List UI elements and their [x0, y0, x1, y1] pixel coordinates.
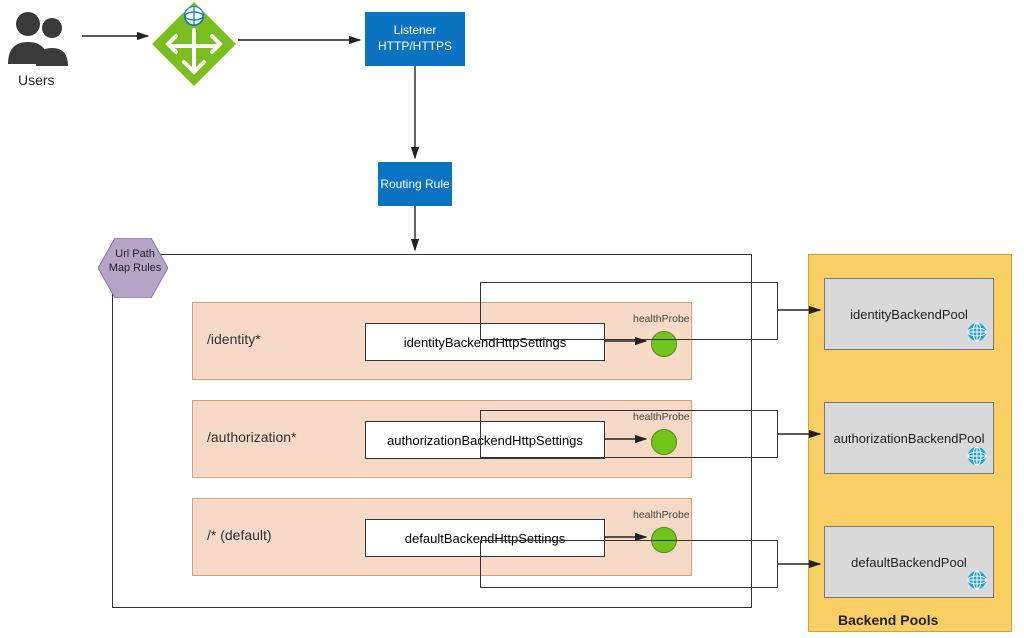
gateway-icon: [150, 0, 238, 88]
probe-label-default: healthProbe: [633, 509, 690, 521]
routing-rule-label: Routing Rule: [380, 177, 449, 191]
globe-icon: [967, 446, 987, 469]
connector-box-2: [480, 410, 778, 458]
globe-icon: [967, 570, 987, 593]
url-path-map-label: Url Path Map Rules: [108, 248, 162, 276]
rule-path-identity: /identity*: [207, 331, 261, 347]
backend-pool-authorization-label: authorizationBackendPool: [833, 431, 984, 446]
backend-pool-identity-label: identityBackendPool: [850, 307, 968, 322]
routing-rule-box: Routing Rule: [378, 162, 452, 206]
connector-box-1: [480, 282, 778, 340]
rule-path-default: /* (default): [207, 527, 272, 543]
listener-line1: Listener: [394, 23, 437, 39]
backend-pool-default-label: defaultBackendPool: [851, 555, 967, 570]
backend-pool-default: defaultBackendPool: [824, 526, 994, 598]
listener-box: Listener HTTP/HTTPS: [365, 12, 465, 66]
backend-pool-authorization: authorizationBackendPool: [824, 402, 994, 474]
rule-path-authorization: /authorization*: [207, 429, 297, 445]
backend-pools-title: Backend Pools: [838, 612, 938, 628]
connector-box-3: [480, 540, 778, 588]
users-label: Users: [18, 72, 55, 88]
backend-pool-identity: identityBackendPool: [824, 278, 994, 350]
globe-icon: [967, 322, 987, 345]
users-icon: [2, 8, 82, 68]
listener-line2: HTTP/HTTPS: [378, 39, 452, 55]
